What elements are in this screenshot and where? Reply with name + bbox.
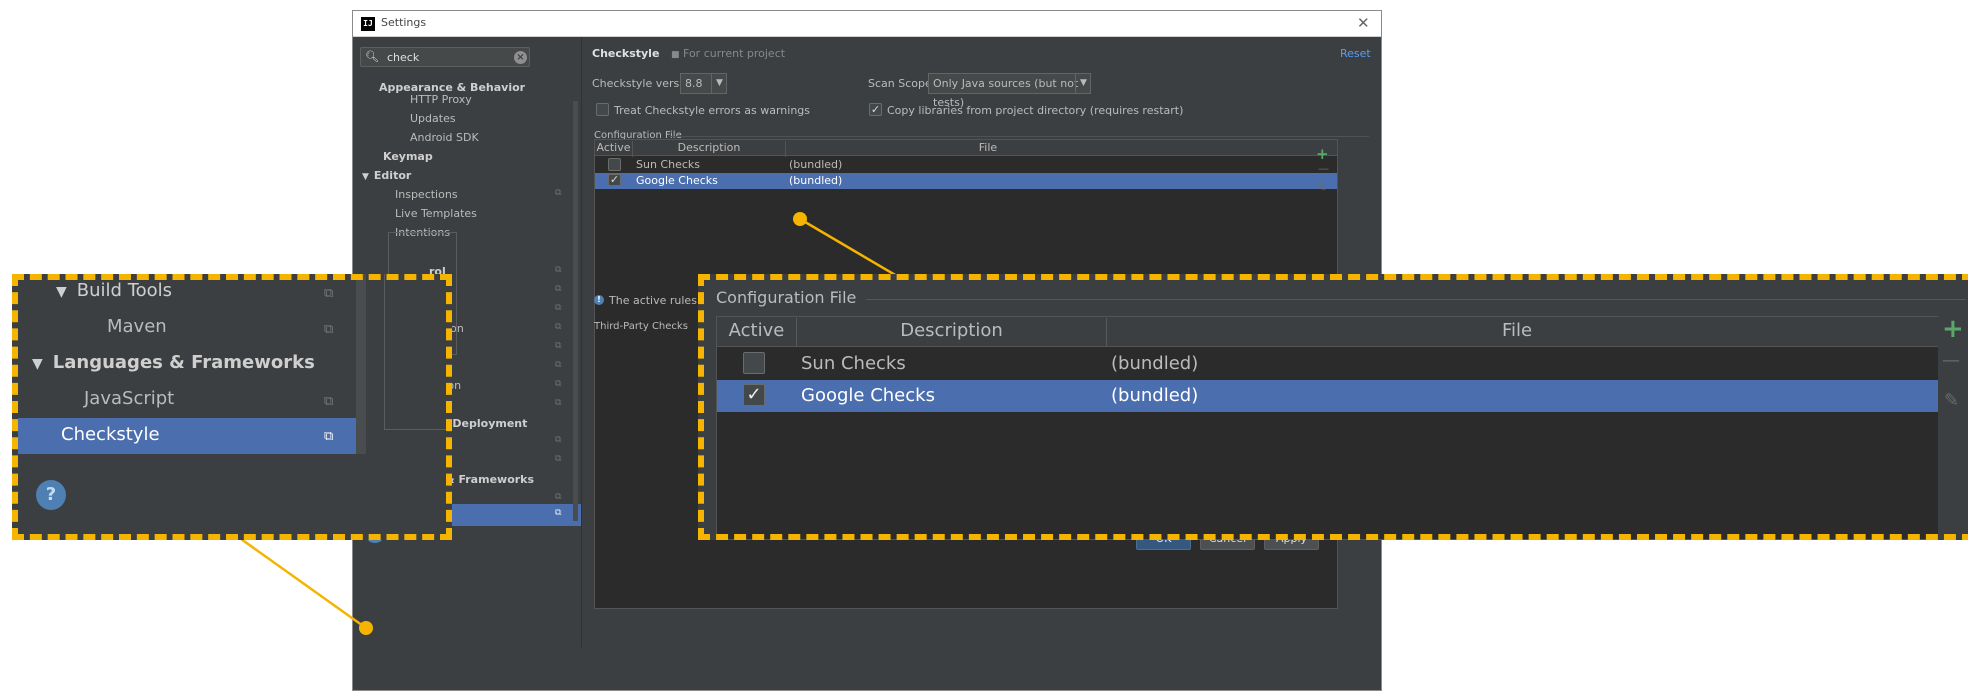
zoom-column-description[interactable]: Description: [797, 318, 1107, 346]
zoom-table-row[interactable]: Sun Checks (bundled): [717, 348, 1941, 380]
copy-icon: ⧉: [324, 286, 334, 301]
zoom-tree-item-build-tools[interactable]: ▼ Build Tools: [56, 280, 172, 301]
zoom-table-header: Active Description File: [717, 317, 1941, 347]
zoom-row-active-checkbox[interactable]: [743, 352, 765, 374]
zoom-configuration-file-label: Configuration File: [716, 288, 857, 307]
zoom-popup-edge: [384, 274, 385, 429]
zoom-row-file: (bundled): [1111, 353, 1199, 374]
zoom-tree-item-checkstyle[interactable]: Checkstyle: [61, 424, 160, 445]
zoom-tree-item-javascript[interactable]: JavaScript: [84, 388, 174, 409]
copy-icon: ⧉: [324, 429, 334, 444]
zoom-tree-item-languages-frameworks[interactable]: ▼ Languages & Frameworks: [32, 352, 315, 373]
zoom-row-description: Sun Checks: [801, 353, 906, 374]
zoom-help-icon[interactable]: ?: [36, 480, 66, 510]
callout-dot-checkstyle: [359, 621, 373, 635]
zoom-column-active[interactable]: Active: [717, 318, 797, 346]
zoom-group-separator: [866, 299, 1966, 300]
zoom-tree-item-maven[interactable]: Maven: [107, 316, 167, 337]
zoom-row-file: (bundled): [1111, 385, 1199, 406]
zoom-add-config-icon[interactable]: +: [1942, 314, 1964, 344]
copy-icon: ⧉: [324, 322, 334, 337]
zoom-popup-edge: [384, 429, 452, 430]
copy-icon: ⧉: [324, 394, 334, 409]
zoom-build-tools-label: Build Tools: [76, 280, 173, 301]
annotated-screenshot: IJ Settings ✕ 🔍︎ check × Appearance & Be…: [0, 0, 1968, 691]
zoom-remove-config-icon[interactable]: —: [1942, 350, 1960, 371]
zoom-table-row-selected[interactable]: ✓ Google Checks (bundled): [717, 380, 1941, 412]
zoom-right-config: Configuration File Active Description Fi…: [698, 274, 1968, 540]
expand-arrow-icon[interactable]: ▼: [32, 356, 43, 372]
zoom-table: Active Description File Sun Checks (bund…: [716, 316, 1942, 540]
zoom-row-description: Google Checks: [801, 385, 935, 406]
expand-arrow-icon[interactable]: ▼: [56, 284, 67, 300]
zoom-left-tree: ▼ Build Tools ⧉ Maven ⧉ ▼ Languages & Fram…: [12, 274, 452, 540]
zoom-scrollbar[interactable]: [356, 274, 366, 454]
zoom-edit-icon[interactable]: ✎: [1944, 390, 1959, 411]
zoom-row-active-checkbox[interactable]: ✓: [743, 384, 765, 406]
callout-line-config: [799, 217, 903, 281]
callout-dot-config: [793, 212, 807, 226]
zoom-languages-label: Languages & Frameworks: [52, 352, 315, 373]
zoom-column-file[interactable]: File: [1107, 318, 1927, 346]
callout-line-checkstyle: [233, 532, 367, 630]
